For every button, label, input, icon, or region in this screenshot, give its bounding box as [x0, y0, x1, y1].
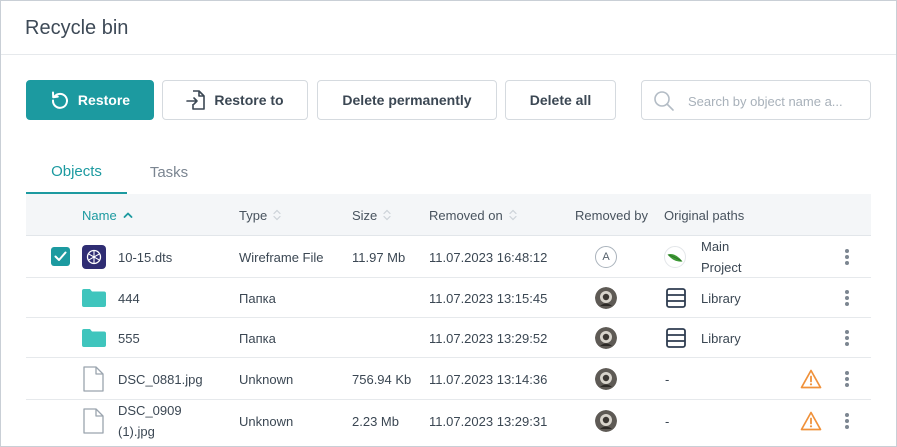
- row-name[interactable]: DSC_0881.jpg: [118, 358, 203, 400]
- delete-permanently-button[interactable]: Delete permanently: [317, 80, 497, 120]
- tab-objects[interactable]: Objects: [26, 151, 127, 194]
- sort-ascending-icon: [123, 212, 133, 218]
- avatar: [595, 287, 617, 309]
- recycle-bin-window: Recycle bin Restore Restore to Delete pe…: [0, 0, 897, 447]
- checkmark-icon: [54, 251, 67, 261]
- column-header-size-label: Size: [352, 207, 378, 223]
- column-header-type[interactable]: Type: [239, 194, 281, 236]
- table-row[interactable]: DSC_0881.jpg Unknown 756.94 Kb 11.07.202…: [26, 358, 871, 400]
- row-original-path: -: [665, 413, 670, 429]
- row-original-path[interactable]: Main Project: [701, 236, 771, 278]
- column-header-type-label: Type: [239, 207, 268, 223]
- sort-icon: [383, 209, 391, 221]
- row-checkbox[interactable]: [51, 247, 70, 266]
- column-header-name-label: Name: [82, 207, 117, 223]
- row-size: 756.94 Kb: [352, 371, 412, 387]
- file-icon: [83, 408, 104, 434]
- column-header-original-paths: Original paths: [664, 207, 745, 223]
- avatar: A: [595, 246, 617, 268]
- table-header: Name Type Size Removed on Removed by Ori…: [26, 194, 871, 236]
- row-name[interactable]: DSC_0909 (1).jpg: [118, 400, 198, 442]
- wireframe-file-icon: [82, 245, 106, 269]
- table-row[interactable]: 555 Папка 11.07.2023 13:29:52 Library: [26, 318, 871, 358]
- restore-to-icon: [186, 90, 206, 110]
- row-type: Папка: [239, 330, 276, 346]
- restore-button-label: Restore: [77, 92, 131, 108]
- row-type: Unknown: [239, 413, 294, 429]
- row-removed-on: 11.07.2023 16:48:12: [429, 249, 548, 265]
- column-header-removed-on-label: Removed on: [429, 207, 503, 223]
- page-title: Recycle bin: [25, 17, 129, 39]
- delete-all-button-label: Delete all: [529, 92, 592, 108]
- avatar: [595, 368, 617, 390]
- table-row[interactable]: 444 Папка 11.07.2023 13:15:45 Library: [26, 278, 871, 318]
- more-actions-icon[interactable]: [841, 328, 853, 348]
- column-header-removed-on[interactable]: Removed on: [429, 194, 517, 236]
- column-header-name[interactable]: Name: [82, 194, 133, 236]
- row-removed-on: 11.07.2023 13:14:36: [429, 371, 548, 387]
- tab-bar: Objects Tasks: [26, 151, 871, 194]
- column-header-size[interactable]: Size: [352, 194, 391, 236]
- sort-icon: [273, 209, 281, 221]
- search-box: [641, 80, 871, 120]
- more-actions-icon[interactable]: [841, 411, 853, 431]
- more-actions-icon[interactable]: [841, 288, 853, 308]
- warning-icon: [800, 369, 822, 389]
- more-actions-icon[interactable]: [841, 369, 853, 389]
- row-size: 11.97 Mb: [352, 249, 406, 265]
- project-leaf-icon: [664, 246, 686, 268]
- column-header-removed-by: Removed by: [575, 207, 648, 223]
- delete-permanently-button-label: Delete permanently: [342, 92, 472, 108]
- tab-tasks[interactable]: Tasks: [136, 151, 202, 194]
- row-name[interactable]: 555: [118, 318, 140, 358]
- table-row[interactable]: 10-15.dts Wireframe File 11.97 Mb 11.07.…: [26, 236, 871, 278]
- header: Recycle bin: [1, 1, 896, 55]
- delete-all-button[interactable]: Delete all: [505, 80, 616, 120]
- avatar: [595, 410, 617, 432]
- row-removed-on: 11.07.2023 13:15:45: [429, 290, 548, 306]
- row-original-path[interactable]: Library: [701, 278, 741, 318]
- avatar: [595, 327, 617, 349]
- restore-icon: [51, 91, 68, 109]
- folder-icon: [82, 329, 106, 347]
- search-input[interactable]: [688, 91, 864, 111]
- row-name[interactable]: 444: [118, 278, 140, 318]
- library-icon: [666, 328, 686, 348]
- row-original-path[interactable]: Library: [701, 318, 741, 358]
- file-icon: [83, 366, 104, 392]
- more-actions-icon[interactable]: [841, 247, 853, 267]
- restore-to-button-label: Restore to: [214, 92, 284, 108]
- restore-button[interactable]: Restore: [26, 80, 154, 120]
- restore-to-button[interactable]: Restore to: [162, 80, 308, 120]
- row-size: 2.23 Mb: [352, 413, 399, 429]
- row-removed-on: 11.07.2023 13:29:52: [429, 330, 548, 346]
- table-row[interactable]: DSC_0909 (1).jpg Unknown 2.23 Mb 11.07.2…: [26, 400, 871, 442]
- folder-icon: [82, 289, 106, 307]
- row-removed-on: 11.07.2023 13:29:31: [429, 413, 548, 429]
- row-type: Папка: [239, 290, 276, 306]
- row-type: Wireframe File: [239, 249, 324, 265]
- library-icon: [666, 288, 686, 308]
- warning-icon: [800, 411, 822, 431]
- search-icon: [654, 91, 674, 111]
- sort-icon: [509, 209, 517, 221]
- row-name[interactable]: 10-15.dts: [118, 236, 172, 278]
- row-type: Unknown: [239, 371, 294, 387]
- row-original-path: -: [665, 371, 670, 387]
